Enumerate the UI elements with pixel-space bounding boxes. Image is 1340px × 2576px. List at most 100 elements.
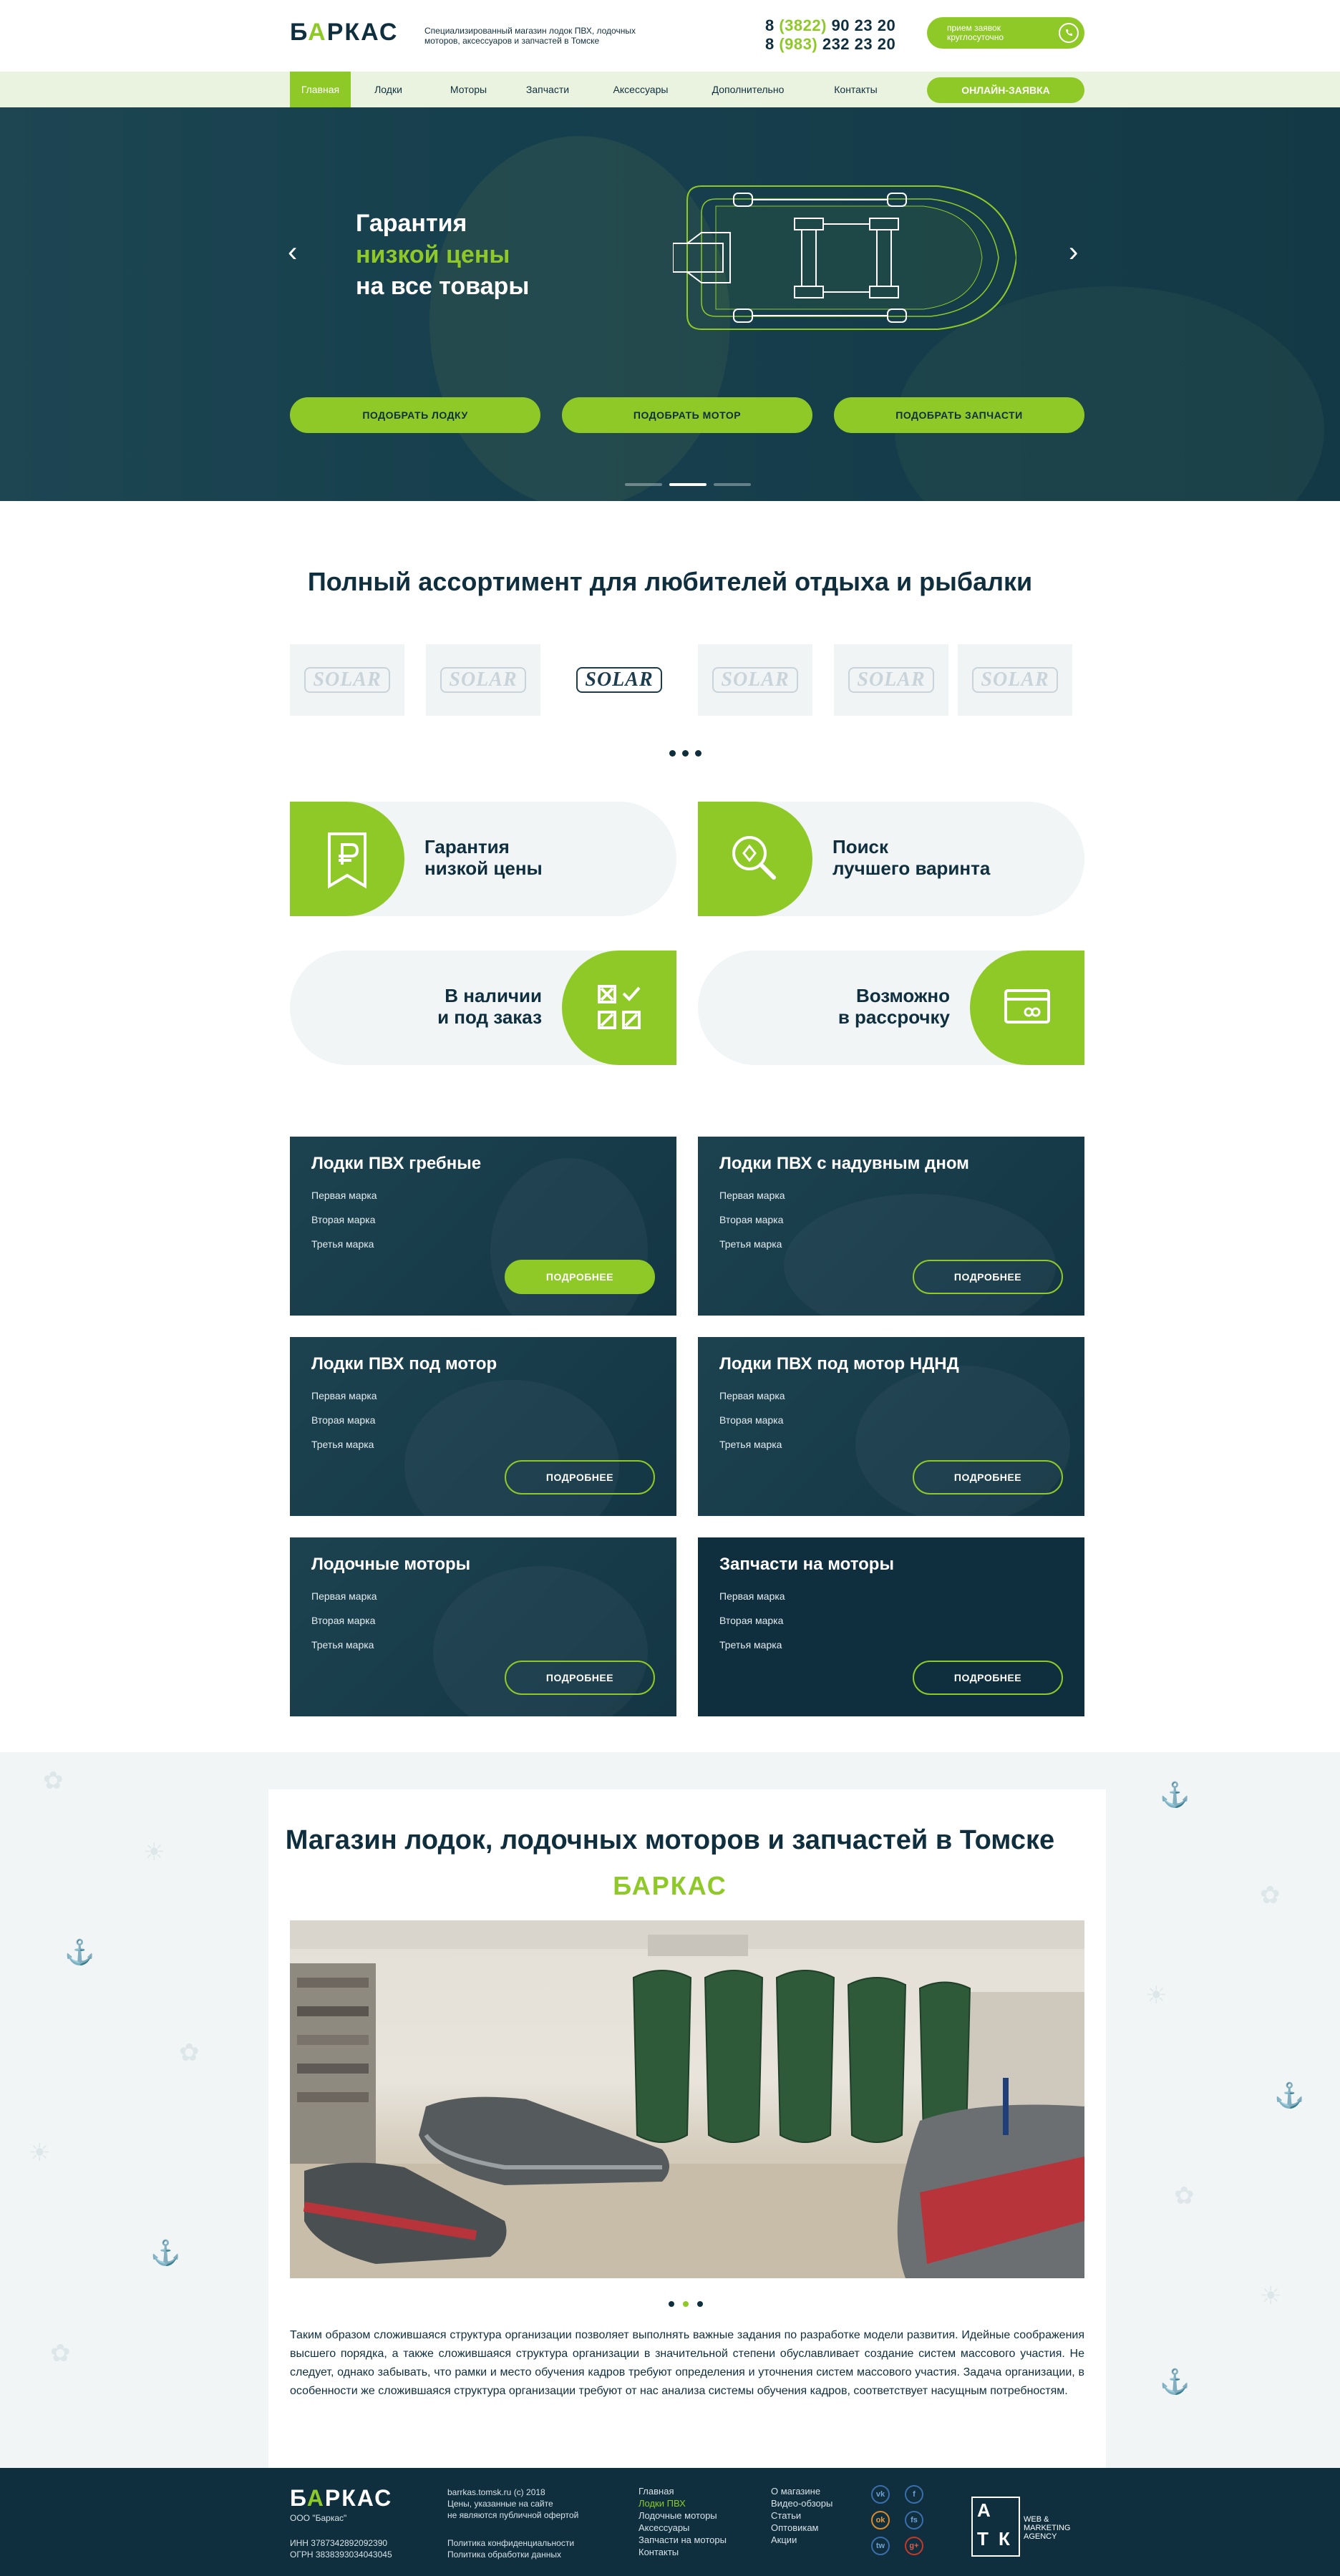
feature-text: Возможно в рассрочку: [838, 985, 950, 1028]
card-link[interactable]: Третья марка: [311, 1238, 374, 1250]
card-link[interactable]: Вторая марка: [719, 1615, 783, 1626]
card-link[interactable]: Третья марка: [719, 1238, 782, 1250]
gallery-dot[interactable]: [697, 2301, 703, 2307]
nav-item-parts[interactable]: Запчасти: [515, 72, 580, 107]
privacy-policy-link[interactable]: Политика конфиденциальности: [447, 2537, 574, 2549]
details-button[interactable]: ПОДРОБНЕЕ: [913, 1460, 1063, 1494]
brands-page-dot[interactable]: [669, 750, 676, 757]
footer-link-about[interactable]: О магазине: [771, 2485, 820, 2497]
odnoklassniki-icon[interactable]: ok: [871, 2511, 890, 2529]
hero-slide-indicator-3[interactable]: [714, 483, 751, 486]
brand-tile[interactable]: SOLAR: [562, 644, 676, 716]
card-link[interactable]: Первая марка: [311, 1590, 377, 1602]
brand-tile[interactable]: SOLAR: [958, 644, 1072, 716]
feature-low-price: Гарантия низкой цены: [290, 802, 676, 916]
foursquare-icon[interactable]: fs: [905, 2511, 923, 2529]
nav-item-home[interactable]: Главная: [290, 72, 351, 107]
card-link[interactable]: Первая марка: [719, 1590, 785, 1602]
card-title: Лодки ПВХ под мотор НДНД: [719, 1354, 959, 1374]
nav-item-boats[interactable]: Лодки: [361, 72, 415, 107]
fish-pattern-icon: ⚓: [1160, 1782, 1190, 1809]
card-link[interactable]: Вторая марка: [719, 1214, 783, 1225]
credit-card-icon: [970, 951, 1084, 1065]
footer-link-motor-parts[interactable]: Запчасти на моторы: [639, 2534, 727, 2546]
online-order-button[interactable]: ОНЛАЙН-ЗАЯВКА: [927, 77, 1084, 103]
hero-headline: Гарантия низкой цены на все товары: [356, 208, 529, 302]
card-link[interactable]: Третья марка: [719, 1439, 782, 1450]
details-button[interactable]: ПОДРОБНЕЕ: [913, 1661, 1063, 1695]
gallery-dot[interactable]: [669, 2301, 674, 2307]
footer-link-pvc-boats[interactable]: Лодки ПВХ: [639, 2497, 686, 2509]
hero-next-arrow-icon[interactable]: ›: [1069, 236, 1078, 268]
hero-slide-indicator-1[interactable]: [625, 483, 662, 486]
footer-link-wholesale[interactable]: Оптовикам: [771, 2522, 819, 2534]
details-button[interactable]: ПОДРОБНЕЕ: [505, 1260, 655, 1294]
google-plus-icon[interactable]: g+: [905, 2537, 923, 2555]
assortment-title: Полный ассортимент для любителей отдыха …: [307, 567, 1033, 596]
footer-link-motors[interactable]: Лодочные моторы: [639, 2509, 717, 2522]
category-card-ndnd-boats[interactable]: Лодки ПВХ под мотор НДНД Первая марка Вт…: [698, 1337, 1084, 1516]
nav-item-contacts[interactable]: Контакты: [822, 72, 890, 107]
brand-tile[interactable]: SOLAR: [834, 644, 948, 716]
hero-prev-arrow-icon[interactable]: ‹: [288, 236, 297, 268]
gallery-dot[interactable]: [683, 2301, 689, 2307]
card-link[interactable]: Вторая марка: [719, 1414, 783, 1426]
whatsapp-button[interactable]: прием заявок круглосуточно: [927, 17, 1084, 49]
details-button[interactable]: ПОДРОБНЕЕ: [505, 1661, 655, 1695]
category-card-motor-boats[interactable]: Лодки ПВХ под мотор Первая марка Вторая …: [290, 1337, 676, 1516]
details-button[interactable]: ПОДРОБНЕЕ: [913, 1260, 1063, 1294]
brand-logo: SOLAR: [576, 667, 662, 693]
whatsapp-icon: [1059, 23, 1079, 43]
footer-link-contacts[interactable]: Контакты: [639, 2546, 679, 2558]
atk-agency-logo[interactable]: А Т К: [971, 2497, 1020, 2557]
pick-parts-button[interactable]: ПОДОБРАТЬ ЗАПЧАСТИ: [834, 397, 1084, 433]
footer-link-home[interactable]: Главная: [639, 2485, 674, 2497]
hero-line-3: на все товары: [356, 273, 530, 300]
footer-logo[interactable]: БАРКАС: [290, 2485, 392, 2512]
vk-icon[interactable]: vk: [871, 2485, 890, 2504]
pick-boat-button[interactable]: ПОДОБРАТЬ ЛОДКУ: [290, 397, 540, 433]
card-link[interactable]: Первая марка: [311, 1190, 377, 1201]
brand-tile[interactable]: SOLAR: [698, 644, 812, 716]
ruble-tag-icon: [290, 802, 404, 916]
card-link[interactable]: Первая марка: [719, 1190, 785, 1201]
card-link[interactable]: Первая марка: [719, 1390, 785, 1401]
footer-link-video[interactable]: Видео-обзоры: [771, 2497, 832, 2509]
phone-1[interactable]: 8 (3822) 90 23 20: [765, 16, 895, 36]
footer-link-accessories[interactable]: Аксессуары: [639, 2522, 689, 2534]
category-card-motor-parts[interactable]: Запчасти на моторы Первая марка Вторая м…: [698, 1537, 1084, 1716]
card-link[interactable]: Третья марка: [311, 1639, 374, 1651]
category-card-rowing-boats[interactable]: Лодки ПВХ гребные Первая марка Вторая ма…: [290, 1137, 676, 1316]
data-policy-link[interactable]: Политика обработки данных: [447, 2549, 561, 2560]
feature-in-stock: В наличии и под заказ: [290, 951, 676, 1065]
category-card-boat-motors[interactable]: Лодочные моторы Первая марка Вторая марк…: [290, 1537, 676, 1716]
shop-description: Таким образом сложившаяся структура орга…: [290, 2329, 1084, 2397]
card-link[interactable]: Вторая марка: [311, 1414, 375, 1426]
site-logo[interactable]: БАРКАС: [290, 19, 398, 47]
nav-item-more[interactable]: Дополнительно: [701, 72, 795, 107]
brands-page-dot[interactable]: [682, 750, 689, 757]
hero-slide-indicator-2[interactable]: [669, 483, 707, 486]
pick-motor-button[interactable]: ПОДОБРАТЬ МОТОР: [562, 397, 812, 433]
phone-2[interactable]: 8 (983) 232 23 20: [765, 34, 895, 54]
brand-tile[interactable]: SOLAR: [426, 644, 540, 716]
brand-tile[interactable]: SOLAR: [290, 644, 404, 716]
card-link[interactable]: Третья марка: [719, 1639, 782, 1651]
footer-link-promotions[interactable]: Акции: [771, 2534, 797, 2546]
footer-ogrn: ОГРН 3838393034043045: [290, 2550, 392, 2560]
card-link[interactable]: Первая марка: [311, 1390, 377, 1401]
twitter-icon[interactable]: tw: [871, 2537, 890, 2555]
card-title: Лодки ПВХ под мотор: [311, 1354, 497, 1374]
card-link[interactable]: Вторая марка: [311, 1615, 375, 1626]
footer-link-articles[interactable]: Статьи: [771, 2509, 801, 2522]
feature-text: Поиск лучшего варинта: [832, 836, 991, 879]
facebook-icon[interactable]: f: [905, 2485, 923, 2504]
card-link[interactable]: Третья марка: [311, 1439, 374, 1450]
nav-item-motors[interactable]: Моторы: [438, 72, 499, 107]
nav-item-accessories[interactable]: Аксессуары: [601, 72, 680, 107]
card-link[interactable]: Вторая марка: [311, 1214, 375, 1225]
details-button[interactable]: ПОДРОБНЕЕ: [505, 1460, 655, 1494]
category-card-inflatable-floor[interactable]: Лодки ПВХ с надувным дном Первая марка В…: [698, 1137, 1084, 1316]
brands-page-dot[interactable]: [695, 750, 701, 757]
fish-pattern-icon: ☀: [1260, 2283, 1282, 2310]
